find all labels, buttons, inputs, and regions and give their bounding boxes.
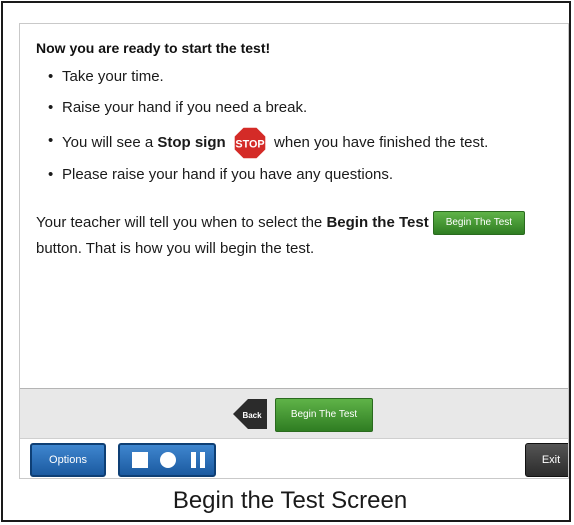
list-item-text: Take your time. bbox=[62, 68, 164, 85]
figure-caption: Begin the Test Screen bbox=[172, 487, 408, 514]
list-item: • Please raise your hand if you have any … bbox=[48, 166, 394, 183]
stop-icon[interactable] bbox=[132, 452, 148, 468]
paragraph-text: Your teacher will tell you when to selec… bbox=[36, 214, 323, 231]
stop-sign-icon: STOP bbox=[232, 125, 267, 161]
options-button[interactable]: Options bbox=[30, 443, 106, 477]
figure-frame: Now you are ready to start the test! • Ta… bbox=[1, 1, 571, 522]
back-label: Back bbox=[242, 411, 262, 420]
page-heading: Now you are ready to start the test! bbox=[36, 40, 271, 56]
list-item: • You will see a Stop sign STOP when you… bbox=[36, 125, 488, 165]
list-item-text: when you have finished the test. bbox=[274, 133, 489, 151]
list-item-text: Raise your hand if you need a break. bbox=[62, 99, 308, 116]
list-item-text: You will see a bbox=[62, 133, 154, 151]
record-icon[interactable] bbox=[160, 452, 176, 468]
media-controls bbox=[118, 443, 216, 477]
instruction-paragraph: Your teacher will tell you when to selec… bbox=[36, 210, 561, 262]
back-button[interactable]: Back bbox=[233, 397, 267, 431]
stop-sign-text: STOP bbox=[235, 139, 264, 151]
instructions-list: • Take your time. • Raise your hand if you… bbox=[36, 67, 488, 196]
pause-icon[interactable] bbox=[190, 452, 206, 468]
list-item-text: Please raise your hand if you have any q… bbox=[62, 166, 394, 183]
bottom-toolbar: Back Begin The Test Options Exit bbox=[20, 388, 568, 478]
paragraph-bold-text: Begin the Test bbox=[326, 214, 429, 231]
list-item: • Take your time. bbox=[48, 68, 164, 85]
stop-sign-bold-text: Stop sign bbox=[157, 133, 226, 151]
paragraph-text: button. That is how you will begin the t… bbox=[36, 240, 315, 257]
exit-button[interactable]: Exit bbox=[525, 443, 568, 477]
begin-test-button[interactable]: Begin The Test bbox=[275, 398, 373, 432]
control-bar: Options Exit bbox=[20, 438, 568, 478]
inline-begin-test-button-image: Begin The Test bbox=[432, 211, 525, 236]
test-screen: Now you are ready to start the test! • Ta… bbox=[19, 23, 569, 479]
